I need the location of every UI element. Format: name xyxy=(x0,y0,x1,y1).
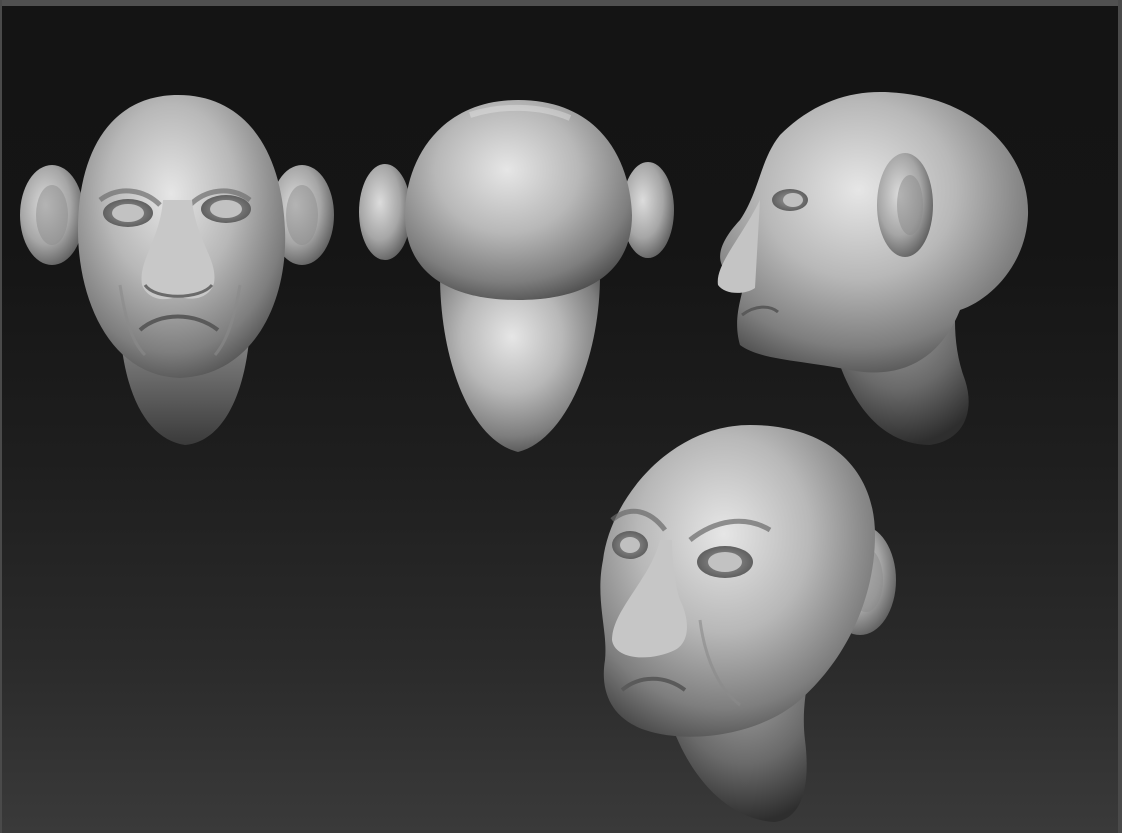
head-front-view xyxy=(20,95,334,445)
head-three-quarter-view xyxy=(600,425,896,822)
head-side-view xyxy=(717,92,1029,445)
head-back-view xyxy=(359,100,674,452)
sculpt-scene xyxy=(20,92,1029,822)
